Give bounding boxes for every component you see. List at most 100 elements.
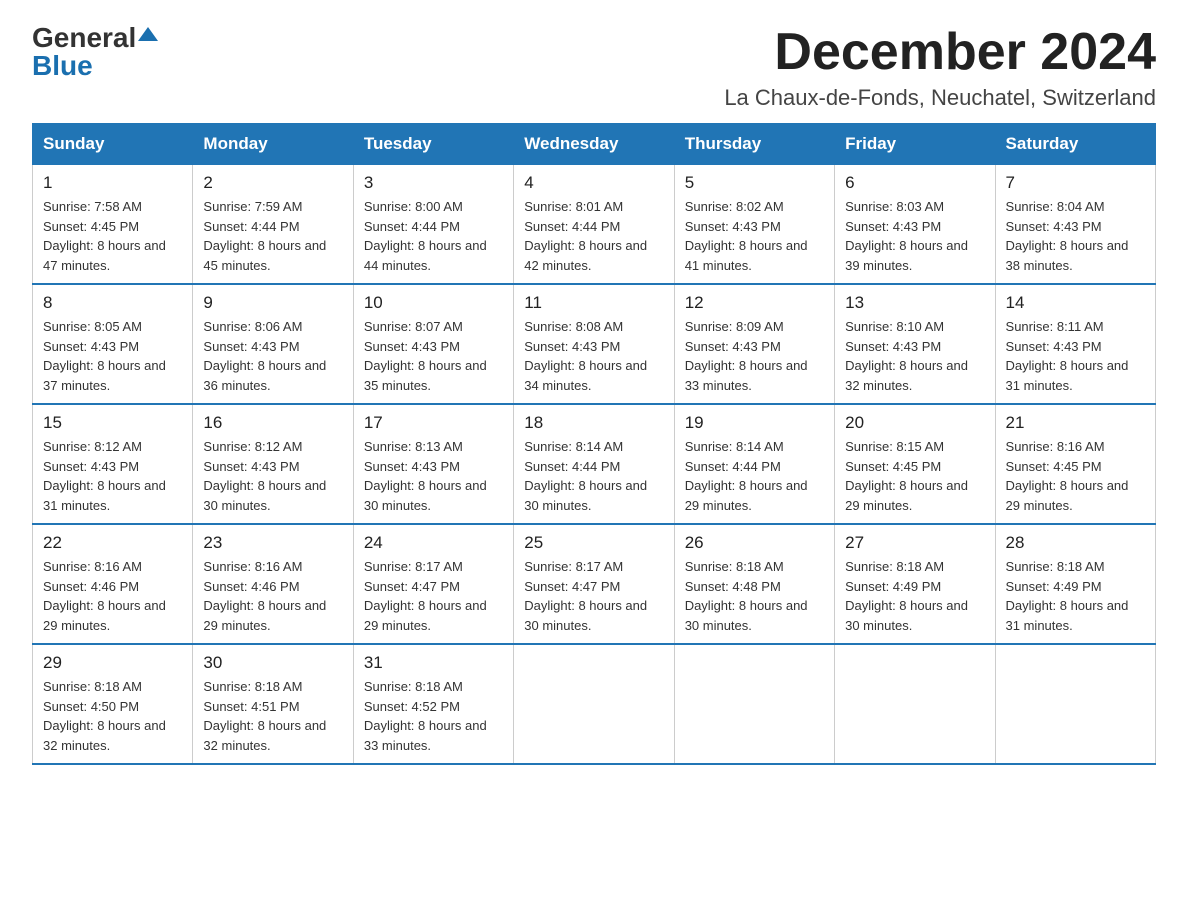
calendar-cell: 9 Sunrise: 8:06 AMSunset: 4:43 PMDayligh… xyxy=(193,284,353,404)
day-info: Sunrise: 8:18 AMSunset: 4:49 PMDaylight:… xyxy=(845,557,984,635)
day-number: 16 xyxy=(203,413,342,433)
day-number: 15 xyxy=(43,413,182,433)
calendar-cell xyxy=(514,644,674,764)
day-info: Sunrise: 8:02 AMSunset: 4:43 PMDaylight:… xyxy=(685,197,824,275)
day-number: 1 xyxy=(43,173,182,193)
calendar-cell: 14 Sunrise: 8:11 AMSunset: 4:43 PMDaylig… xyxy=(995,284,1155,404)
day-number: 13 xyxy=(845,293,984,313)
day-info: Sunrise: 8:10 AMSunset: 4:43 PMDaylight:… xyxy=(845,317,984,395)
calendar-week-row: 1 Sunrise: 7:58 AMSunset: 4:45 PMDayligh… xyxy=(33,165,1156,285)
day-info: Sunrise: 8:00 AMSunset: 4:44 PMDaylight:… xyxy=(364,197,503,275)
day-number: 26 xyxy=(685,533,824,553)
day-number: 2 xyxy=(203,173,342,193)
calendar-cell: 27 Sunrise: 8:18 AMSunset: 4:49 PMDaylig… xyxy=(835,524,995,644)
calendar-cell: 18 Sunrise: 8:14 AMSunset: 4:44 PMDaylig… xyxy=(514,404,674,524)
day-number: 29 xyxy=(43,653,182,673)
calendar-cell xyxy=(995,644,1155,764)
calendar-cell: 26 Sunrise: 8:18 AMSunset: 4:48 PMDaylig… xyxy=(674,524,834,644)
calendar-body: 1 Sunrise: 7:58 AMSunset: 4:45 PMDayligh… xyxy=(33,165,1156,765)
calendar-cell: 19 Sunrise: 8:14 AMSunset: 4:44 PMDaylig… xyxy=(674,404,834,524)
day-info: Sunrise: 8:14 AMSunset: 4:44 PMDaylight:… xyxy=(524,437,663,515)
day-info: Sunrise: 8:07 AMSunset: 4:43 PMDaylight:… xyxy=(364,317,503,395)
calendar-cell: 7 Sunrise: 8:04 AMSunset: 4:43 PMDayligh… xyxy=(995,165,1155,285)
day-info: Sunrise: 8:04 AMSunset: 4:43 PMDaylight:… xyxy=(1006,197,1145,275)
calendar-cell: 15 Sunrise: 8:12 AMSunset: 4:43 PMDaylig… xyxy=(33,404,193,524)
page-header: General Blue December 2024 La Chaux-de-F… xyxy=(32,24,1156,111)
day-number: 21 xyxy=(1006,413,1145,433)
day-info: Sunrise: 8:08 AMSunset: 4:43 PMDaylight:… xyxy=(524,317,663,395)
calendar-header: SundayMondayTuesdayWednesdayThursdayFrid… xyxy=(33,124,1156,165)
day-info: Sunrise: 8:01 AMSunset: 4:44 PMDaylight:… xyxy=(524,197,663,275)
day-number: 23 xyxy=(203,533,342,553)
weekday-header-row: SundayMondayTuesdayWednesdayThursdayFrid… xyxy=(33,124,1156,165)
day-info: Sunrise: 7:59 AMSunset: 4:44 PMDaylight:… xyxy=(203,197,342,275)
logo-general: General xyxy=(32,24,136,52)
day-number: 11 xyxy=(524,293,663,313)
day-number: 22 xyxy=(43,533,182,553)
day-info: Sunrise: 8:18 AMSunset: 4:51 PMDaylight:… xyxy=(203,677,342,755)
calendar-cell: 4 Sunrise: 8:01 AMSunset: 4:44 PMDayligh… xyxy=(514,165,674,285)
day-number: 9 xyxy=(203,293,342,313)
day-info: Sunrise: 8:15 AMSunset: 4:45 PMDaylight:… xyxy=(845,437,984,515)
location-title: La Chaux-de-Fonds, Neuchatel, Switzerlan… xyxy=(724,85,1156,111)
day-number: 5 xyxy=(685,173,824,193)
day-info: Sunrise: 8:12 AMSunset: 4:43 PMDaylight:… xyxy=(43,437,182,515)
weekday-header-sunday: Sunday xyxy=(33,124,193,165)
day-number: 20 xyxy=(845,413,984,433)
calendar-table: SundayMondayTuesdayWednesdayThursdayFrid… xyxy=(32,123,1156,765)
calendar-cell: 8 Sunrise: 8:05 AMSunset: 4:43 PMDayligh… xyxy=(33,284,193,404)
calendar-cell: 5 Sunrise: 8:02 AMSunset: 4:43 PMDayligh… xyxy=(674,165,834,285)
calendar-cell: 20 Sunrise: 8:15 AMSunset: 4:45 PMDaylig… xyxy=(835,404,995,524)
day-number: 28 xyxy=(1006,533,1145,553)
calendar-cell: 31 Sunrise: 8:18 AMSunset: 4:52 PMDaylig… xyxy=(353,644,513,764)
day-info: Sunrise: 8:17 AMSunset: 4:47 PMDaylight:… xyxy=(364,557,503,635)
day-info: Sunrise: 8:18 AMSunset: 4:49 PMDaylight:… xyxy=(1006,557,1145,635)
weekday-header-tuesday: Tuesday xyxy=(353,124,513,165)
day-number: 18 xyxy=(524,413,663,433)
calendar-cell: 2 Sunrise: 7:59 AMSunset: 4:44 PMDayligh… xyxy=(193,165,353,285)
day-number: 7 xyxy=(1006,173,1145,193)
calendar-cell: 30 Sunrise: 8:18 AMSunset: 4:51 PMDaylig… xyxy=(193,644,353,764)
day-number: 31 xyxy=(364,653,503,673)
day-info: Sunrise: 8:18 AMSunset: 4:50 PMDaylight:… xyxy=(43,677,182,755)
day-number: 14 xyxy=(1006,293,1145,313)
weekday-header-thursday: Thursday xyxy=(674,124,834,165)
day-info: Sunrise: 8:05 AMSunset: 4:43 PMDaylight:… xyxy=(43,317,182,395)
calendar-cell: 28 Sunrise: 8:18 AMSunset: 4:49 PMDaylig… xyxy=(995,524,1155,644)
day-number: 10 xyxy=(364,293,503,313)
calendar-cell xyxy=(835,644,995,764)
calendar-week-row: 22 Sunrise: 8:16 AMSunset: 4:46 PMDaylig… xyxy=(33,524,1156,644)
logo-triangle-icon xyxy=(138,27,158,41)
calendar-cell xyxy=(674,644,834,764)
day-number: 3 xyxy=(364,173,503,193)
day-info: Sunrise: 8:18 AMSunset: 4:48 PMDaylight:… xyxy=(685,557,824,635)
day-number: 8 xyxy=(43,293,182,313)
weekday-header-saturday: Saturday xyxy=(995,124,1155,165)
month-title: December 2024 xyxy=(724,24,1156,81)
day-number: 27 xyxy=(845,533,984,553)
weekday-header-friday: Friday xyxy=(835,124,995,165)
day-info: Sunrise: 8:06 AMSunset: 4:43 PMDaylight:… xyxy=(203,317,342,395)
calendar-cell: 6 Sunrise: 8:03 AMSunset: 4:43 PMDayligh… xyxy=(835,165,995,285)
day-number: 12 xyxy=(685,293,824,313)
calendar-cell: 16 Sunrise: 8:12 AMSunset: 4:43 PMDaylig… xyxy=(193,404,353,524)
calendar-week-row: 29 Sunrise: 8:18 AMSunset: 4:50 PMDaylig… xyxy=(33,644,1156,764)
day-info: Sunrise: 8:18 AMSunset: 4:52 PMDaylight:… xyxy=(364,677,503,755)
calendar-cell: 25 Sunrise: 8:17 AMSunset: 4:47 PMDaylig… xyxy=(514,524,674,644)
calendar-cell: 21 Sunrise: 8:16 AMSunset: 4:45 PMDaylig… xyxy=(995,404,1155,524)
calendar-cell: 23 Sunrise: 8:16 AMSunset: 4:46 PMDaylig… xyxy=(193,524,353,644)
weekday-header-monday: Monday xyxy=(193,124,353,165)
calendar-cell: 10 Sunrise: 8:07 AMSunset: 4:43 PMDaylig… xyxy=(353,284,513,404)
calendar-cell: 11 Sunrise: 8:08 AMSunset: 4:43 PMDaylig… xyxy=(514,284,674,404)
day-info: Sunrise: 7:58 AMSunset: 4:45 PMDaylight:… xyxy=(43,197,182,275)
day-info: Sunrise: 8:09 AMSunset: 4:43 PMDaylight:… xyxy=(685,317,824,395)
logo: General Blue xyxy=(32,24,158,80)
day-number: 19 xyxy=(685,413,824,433)
calendar-cell: 24 Sunrise: 8:17 AMSunset: 4:47 PMDaylig… xyxy=(353,524,513,644)
day-info: Sunrise: 8:16 AMSunset: 4:46 PMDaylight:… xyxy=(203,557,342,635)
day-info: Sunrise: 8:03 AMSunset: 4:43 PMDaylight:… xyxy=(845,197,984,275)
day-number: 30 xyxy=(203,653,342,673)
day-info: Sunrise: 8:16 AMSunset: 4:46 PMDaylight:… xyxy=(43,557,182,635)
calendar-cell: 29 Sunrise: 8:18 AMSunset: 4:50 PMDaylig… xyxy=(33,644,193,764)
day-info: Sunrise: 8:13 AMSunset: 4:43 PMDaylight:… xyxy=(364,437,503,515)
